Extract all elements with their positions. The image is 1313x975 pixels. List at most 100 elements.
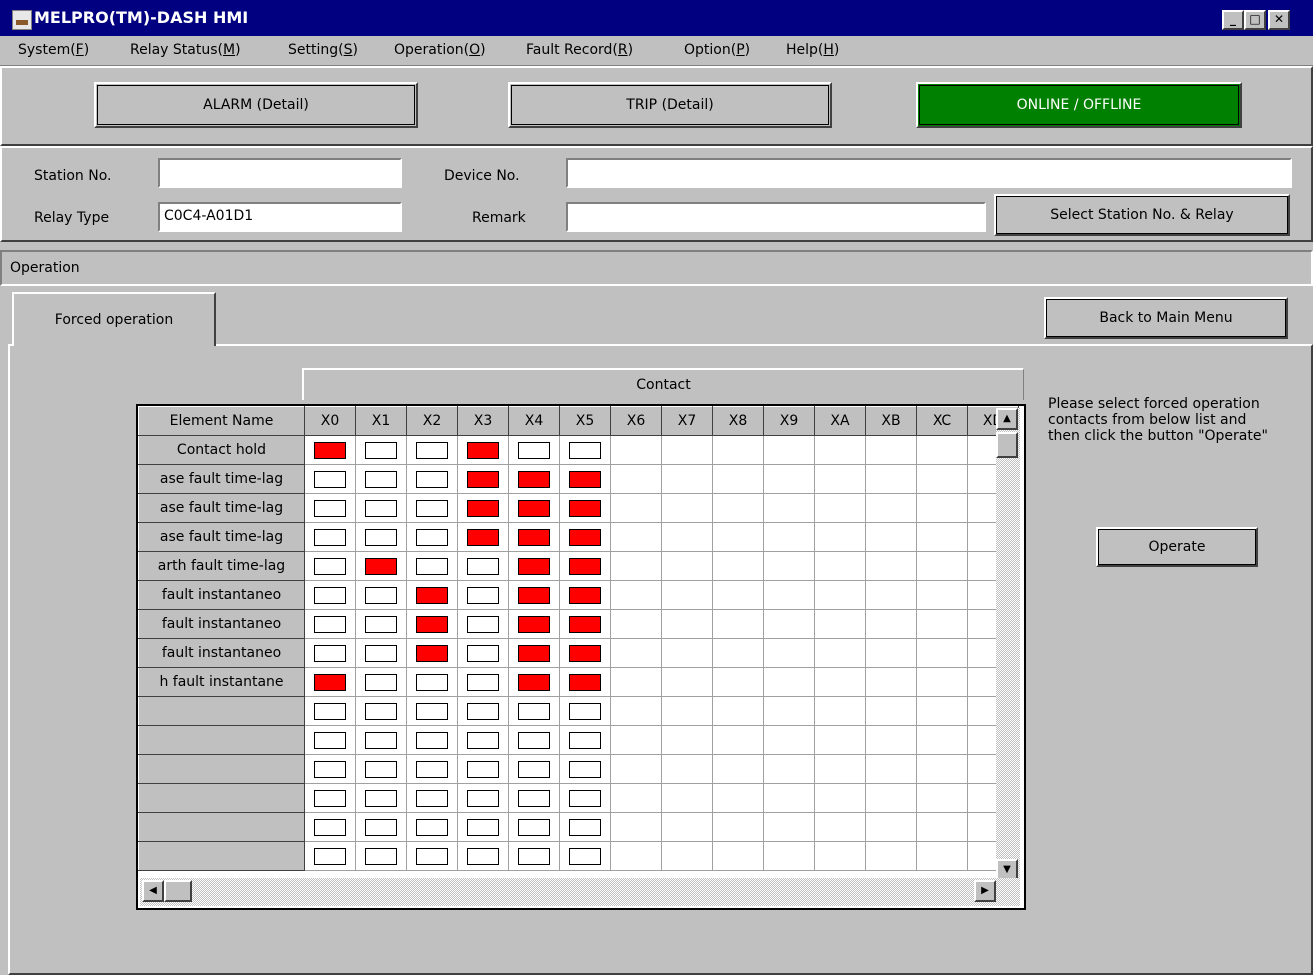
contact-checkbox-off[interactable] bbox=[518, 702, 550, 720]
contact-checkbox-off[interactable] bbox=[416, 760, 448, 778]
element-name-cell[interactable]: fault instantaneo bbox=[138, 609, 305, 639]
contact-checkbox-on[interactable] bbox=[467, 499, 499, 517]
contact-checkbox-off[interactable] bbox=[314, 557, 346, 575]
vertical-scroll-thumb[interactable] bbox=[996, 432, 1018, 458]
contact-checkbox-on[interactable] bbox=[467, 528, 499, 546]
contact-cell[interactable] bbox=[406, 783, 458, 813]
contact-cell[interactable] bbox=[457, 783, 509, 813]
menu-relay-status[interactable]: Relay Status(M) bbox=[130, 42, 241, 58]
contact-cell[interactable] bbox=[457, 754, 509, 784]
contact-cell[interactable] bbox=[508, 696, 560, 726]
contact-checkbox-off[interactable] bbox=[467, 702, 499, 720]
contact-checkbox-off[interactable] bbox=[416, 499, 448, 517]
station-no-field[interactable] bbox=[158, 158, 402, 188]
contact-cell[interactable] bbox=[508, 754, 560, 784]
contact-checkbox-on[interactable] bbox=[518, 557, 550, 575]
contact-cell[interactable] bbox=[406, 493, 458, 523]
element-name-cell[interactable]: h fault instantane bbox=[138, 667, 305, 697]
contact-checkbox-off[interactable] bbox=[314, 586, 346, 604]
contact-cell[interactable] bbox=[304, 493, 356, 523]
remark-field[interactable] bbox=[566, 202, 986, 232]
contact-checkbox-off[interactable] bbox=[365, 470, 397, 488]
contact-cell[interactable] bbox=[304, 551, 356, 581]
contact-cell[interactable] bbox=[559, 667, 611, 697]
contact-checkbox-off[interactable] bbox=[467, 818, 499, 836]
contact-checkbox-off[interactable] bbox=[569, 760, 601, 778]
contact-cell[interactable] bbox=[406, 667, 458, 697]
contact-cell[interactable] bbox=[355, 638, 407, 668]
contact-checkbox-on[interactable] bbox=[518, 586, 550, 604]
contact-checkbox-off[interactable] bbox=[467, 557, 499, 575]
contact-checkbox-on[interactable] bbox=[416, 586, 448, 604]
contact-cell[interactable] bbox=[406, 638, 458, 668]
contact-cell[interactable] bbox=[355, 725, 407, 755]
contact-cell[interactable] bbox=[304, 725, 356, 755]
contact-cell[interactable] bbox=[406, 841, 458, 871]
contact-checkbox-off[interactable] bbox=[314, 470, 346, 488]
contact-cell[interactable] bbox=[457, 609, 509, 639]
contact-cell[interactable] bbox=[559, 435, 611, 465]
contact-checkbox-off[interactable] bbox=[467, 760, 499, 778]
contact-checkbox-off[interactable] bbox=[365, 528, 397, 546]
contact-cell[interactable] bbox=[508, 725, 560, 755]
contact-cell[interactable] bbox=[457, 522, 509, 552]
contact-cell[interactable] bbox=[457, 464, 509, 494]
contact-cell[interactable] bbox=[304, 667, 356, 697]
contact-cell[interactable] bbox=[304, 522, 356, 552]
contact-checkbox-off[interactable] bbox=[518, 441, 550, 459]
contact-cell[interactable] bbox=[508, 841, 560, 871]
contact-cell[interactable] bbox=[406, 435, 458, 465]
contact-checkbox-off[interactable] bbox=[365, 586, 397, 604]
scroll-up-arrow-icon[interactable]: ▲ bbox=[996, 408, 1018, 430]
contact-cell[interactable] bbox=[559, 841, 611, 871]
contact-checkbox-off[interactable] bbox=[569, 702, 601, 720]
contact-cell[interactable] bbox=[355, 696, 407, 726]
contact-checkbox-off[interactable] bbox=[314, 789, 346, 807]
contact-cell[interactable] bbox=[406, 725, 458, 755]
contact-checkbox-off[interactable] bbox=[365, 818, 397, 836]
contact-cell[interactable] bbox=[304, 464, 356, 494]
device-no-field[interactable] bbox=[566, 158, 1292, 188]
tab-forced-operation[interactable]: Forced operation bbox=[12, 292, 216, 346]
contact-cell[interactable] bbox=[559, 754, 611, 784]
contact-cell[interactable] bbox=[508, 522, 560, 552]
contact-checkbox-off[interactable] bbox=[314, 644, 346, 662]
contact-cell[interactable] bbox=[406, 522, 458, 552]
contact-checkbox-off[interactable] bbox=[416, 847, 448, 865]
contact-checkbox-off[interactable] bbox=[467, 615, 499, 633]
contact-cell[interactable] bbox=[559, 580, 611, 610]
element-name-cell[interactable]: fault instantaneo bbox=[138, 580, 305, 610]
contact-checkbox-on[interactable] bbox=[569, 673, 601, 691]
contact-cell[interactable] bbox=[457, 493, 509, 523]
contact-cell[interactable] bbox=[508, 812, 560, 842]
contact-checkbox-off[interactable] bbox=[365, 644, 397, 662]
contact-cell[interactable] bbox=[355, 812, 407, 842]
contact-checkbox-off[interactable] bbox=[569, 789, 601, 807]
contact-checkbox-on[interactable] bbox=[569, 528, 601, 546]
contact-checkbox-off[interactable] bbox=[416, 731, 448, 749]
contact-cell[interactable] bbox=[457, 696, 509, 726]
relay-type-field[interactable]: C0C4-A01D1 bbox=[158, 202, 402, 232]
contact-checkbox-off[interactable] bbox=[467, 644, 499, 662]
contact-checkbox-on[interactable] bbox=[416, 615, 448, 633]
element-name-cell[interactable] bbox=[138, 696, 305, 726]
alarm-detail-button[interactable]: ALARM (Detail) bbox=[94, 82, 418, 128]
contact-cell[interactable] bbox=[508, 493, 560, 523]
element-name-cell[interactable]: ase fault time-lag bbox=[138, 522, 305, 552]
contact-cell[interactable] bbox=[508, 783, 560, 813]
back-to-main-menu-button[interactable]: Back to Main Menu bbox=[1044, 297, 1288, 339]
contact-cell[interactable] bbox=[304, 638, 356, 668]
contact-checkbox-on[interactable] bbox=[569, 557, 601, 575]
contact-checkbox-off[interactable] bbox=[314, 528, 346, 546]
contact-checkbox-off[interactable] bbox=[569, 818, 601, 836]
contact-checkbox-off[interactable] bbox=[314, 499, 346, 517]
app-icon[interactable] bbox=[12, 10, 32, 30]
contact-checkbox-off[interactable] bbox=[416, 818, 448, 836]
contact-checkbox-off[interactable] bbox=[314, 731, 346, 749]
contact-checkbox-off[interactable] bbox=[518, 847, 550, 865]
contact-checkbox-off[interactable] bbox=[365, 441, 397, 459]
element-name-cell[interactable] bbox=[138, 812, 305, 842]
contact-checkbox-off[interactable] bbox=[365, 702, 397, 720]
contact-cell[interactable] bbox=[559, 696, 611, 726]
element-name-cell[interactable]: arth fault time-lag bbox=[138, 551, 305, 581]
